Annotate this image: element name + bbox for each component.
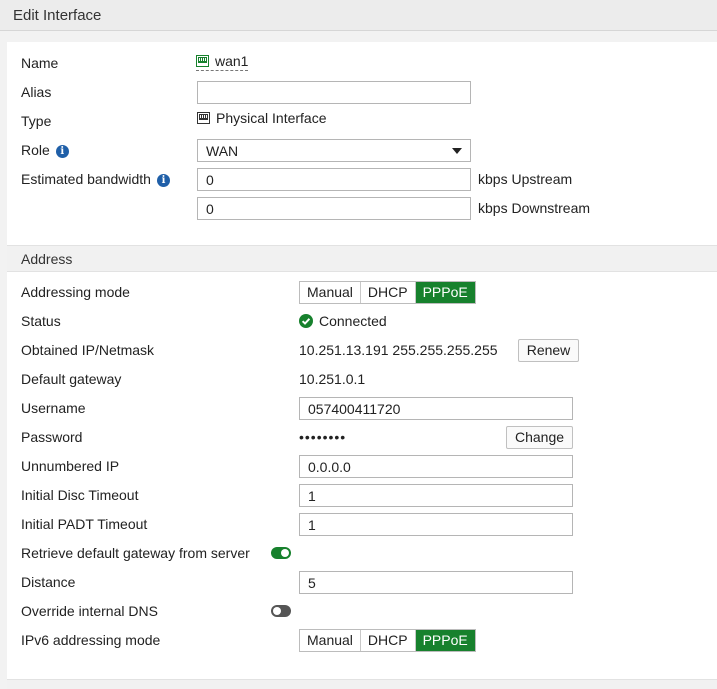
default-gateway-label: Default gateway [21,371,122,387]
mode-option-pppoe[interactable]: PPPoE [415,282,475,303]
port-icon [197,112,210,124]
ipv6-mode-label: IPv6 addressing mode [21,632,161,648]
mode-option-dhcp[interactable]: DHCP [361,282,416,303]
upstream-unit: kbps Upstream [478,171,573,187]
obtained-ip-value: 10.251.13.191 255.255.255.255 [299,342,498,358]
check-circle-icon [299,314,313,328]
default-gateway-value: 10.251.0.1 [299,371,366,387]
disc-timeout-input[interactable]: 1 [299,484,573,507]
type-value-text: Physical Interface [216,110,327,126]
alias-input[interactable] [197,81,471,104]
downstream-input[interactable]: 0 [197,197,471,220]
address-section-title: Address [21,251,73,267]
alias-label: Alias [21,84,52,100]
addressing-mode-toggle: Manual DHCP PPPoE [299,281,476,304]
info-icon[interactable]: i [156,174,170,187]
interface-name-text: wan1 [215,53,249,69]
ipv6-mode-toggle: Manual DHCP PPPoE [299,629,476,652]
name-label: Name [21,55,59,71]
role-select-value: WAN [206,143,239,159]
upstream-input[interactable]: 0 [197,168,471,191]
type-label: Type [21,113,52,129]
role-label: Role i [21,142,69,158]
address-section-header: Address [7,245,717,272]
padt-timeout-label: Initial PADT Timeout [21,516,148,532]
status-label: Status [21,313,61,329]
chevron-down-icon [452,148,462,154]
status-value: Connected [299,313,387,329]
ipv6-option-manual[interactable]: Manual [300,630,361,651]
downstream-unit: kbps Downstream [478,200,591,216]
override-dns-label: Override internal DNS [21,603,158,619]
distance-label: Distance [21,574,76,590]
password-value: •••••••• [299,429,347,445]
change-password-button[interactable]: Change [506,426,573,449]
ipv6-option-pppoe[interactable]: PPPoE [415,630,475,651]
obtained-ip-label: Obtained IP/Netmask [21,342,155,358]
next-section-header [7,679,717,689]
unnumbered-ip-input[interactable]: 0.0.0.0 [299,455,573,478]
ipv6-option-dhcp[interactable]: DHCP [361,630,416,651]
dialog-header: Edit Interface [0,0,717,31]
username-input[interactable]: 057400411720 [299,397,573,420]
toggle-knob [273,607,281,615]
username-label: Username [21,400,86,416]
bandwidth-label: Estimated bandwidth i [21,171,170,187]
role-select[interactable]: WAN [197,139,471,162]
unnumbered-ip-label: Unnumbered IP [21,458,120,474]
retrieve-gateway-label: Retrieve default gateway from server [21,545,250,561]
type-value: Physical Interface [197,110,327,126]
info-icon[interactable]: i [55,145,69,158]
renew-button[interactable]: Renew [518,339,579,362]
mode-option-manual[interactable]: Manual [300,282,361,303]
bandwidth-label-text: Estimated bandwidth [21,171,151,187]
disc-timeout-label: Initial Disc Timeout [21,487,139,503]
distance-input[interactable]: 5 [299,571,573,594]
padt-timeout-input[interactable]: 1 [299,513,573,536]
override-dns-toggle[interactable] [271,605,291,617]
password-label: Password [21,429,83,445]
addressing-mode-label: Addressing mode [21,284,130,300]
port-icon [196,55,209,67]
dialog-title: Edit Interface [13,7,102,24]
toggle-knob [281,549,289,557]
interface-name[interactable]: wan1 [196,53,249,71]
role-label-text: Role [21,142,50,158]
status-value-text: Connected [319,313,387,329]
retrieve-gateway-toggle[interactable] [271,547,291,559]
